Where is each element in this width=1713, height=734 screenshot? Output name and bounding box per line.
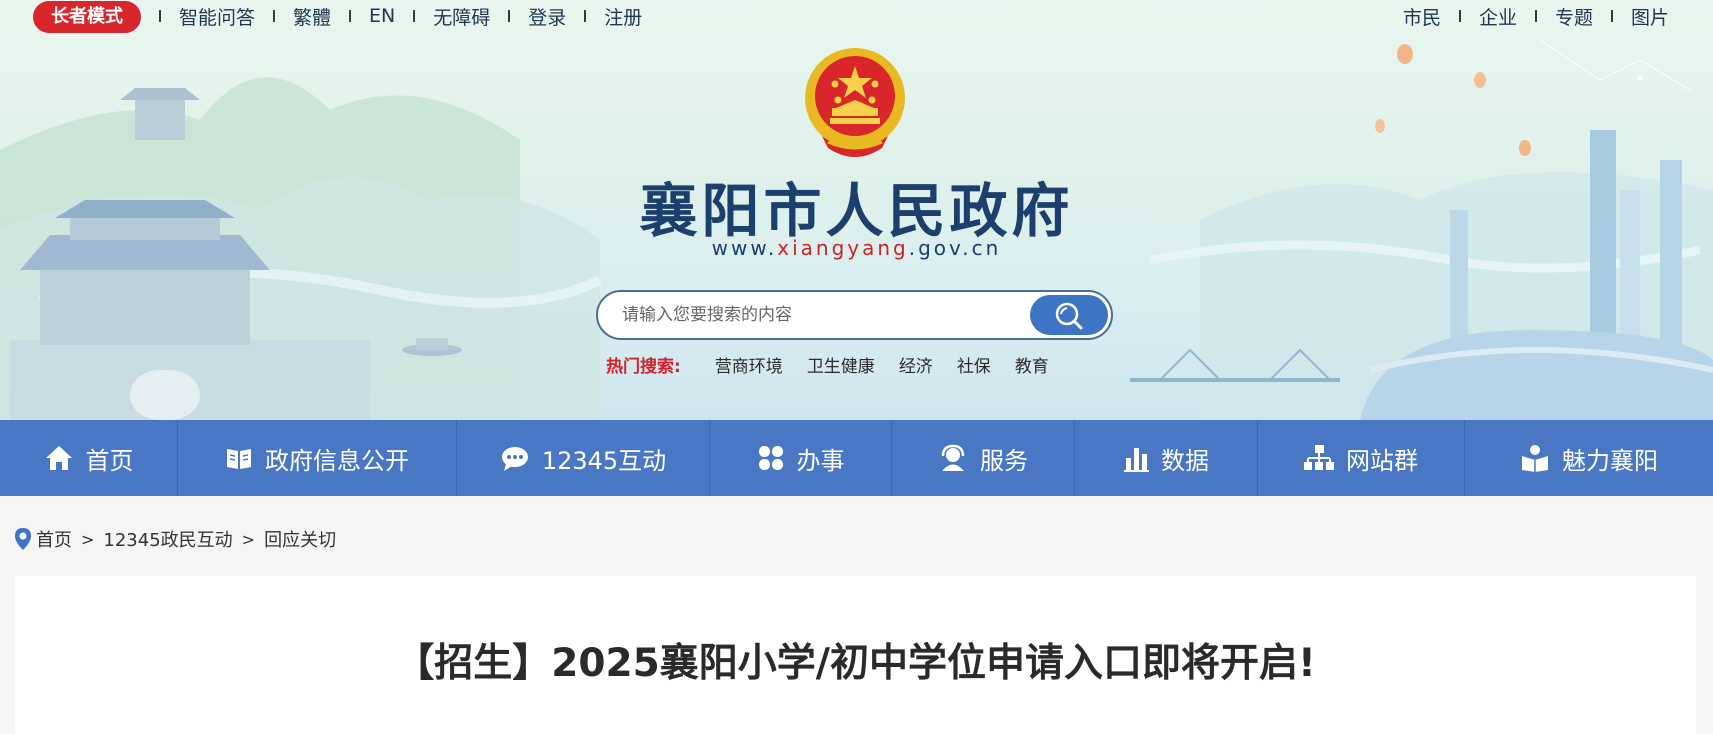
nav-item-affairs[interactable]: 办事 bbox=[710, 420, 892, 496]
top-utility-bar: 长者模式 智能问答 繁體 EN 无障碍 登录 注册 市民 企业 专题 图片 bbox=[0, 0, 1713, 34]
nav-item-data[interactable]: 数据 bbox=[1075, 420, 1258, 496]
divider bbox=[273, 10, 276, 22]
url-suffix: .gov.cn bbox=[908, 236, 1002, 260]
citizen-link[interactable]: 市民 bbox=[1403, 3, 1441, 30]
location-pin-icon bbox=[15, 528, 31, 550]
reader-icon bbox=[1522, 445, 1548, 472]
accessibility-link[interactable]: 无障碍 bbox=[433, 3, 490, 30]
breadcrumb-separator: > bbox=[241, 529, 256, 549]
divider bbox=[413, 10, 416, 22]
divider bbox=[508, 10, 511, 22]
top-links-right: 市民 企业 专题 图片 bbox=[1403, 3, 1669, 30]
national-emblem-icon bbox=[805, 48, 905, 157]
traditional-chinese-link[interactable]: 繁體 bbox=[293, 3, 331, 30]
hot-search-term[interactable]: 卫生健康 bbox=[807, 352, 875, 377]
sitemap-icon bbox=[1304, 445, 1334, 470]
elder-mode-button[interactable]: 长者模式 bbox=[33, 1, 141, 33]
clover-icon bbox=[758, 446, 783, 470]
article-panel: 【招生】2025襄阳小学/初中学位申请入口即将开启! bbox=[15, 576, 1696, 734]
divider bbox=[349, 10, 352, 22]
search-button[interactable] bbox=[1030, 295, 1108, 335]
breadcrumb-current[interactable]: 回应关切 bbox=[264, 526, 336, 552]
nav-item-gov-info[interactable]: 政府信息公开 bbox=[178, 420, 457, 496]
enterprise-link[interactable]: 企业 bbox=[1479, 3, 1517, 30]
hot-search-term[interactable]: 经济 bbox=[899, 352, 933, 377]
register-link[interactable]: 注册 bbox=[604, 3, 642, 30]
nav-item-label: 12345互动 bbox=[541, 446, 667, 475]
bar-chart-icon bbox=[1124, 448, 1149, 472]
header-banner: 长者模式 智能问答 繁體 EN 无障碍 登录 注册 市民 企业 专题 图片 襄阳… bbox=[0, 0, 1713, 420]
divider bbox=[1610, 10, 1613, 22]
site-url: www.xiangyang.gov.cn bbox=[600, 236, 1113, 260]
breadcrumb-separator: > bbox=[81, 529, 95, 549]
nav-item-site-group[interactable]: 网站群 bbox=[1258, 420, 1465, 496]
divider bbox=[584, 10, 587, 22]
hot-search-label: 热门搜索: bbox=[606, 356, 681, 377]
nav-item-label: 网站群 bbox=[1346, 446, 1418, 475]
smart-qa-link[interactable]: 智能问答 bbox=[179, 3, 255, 30]
nav-item-charm-xiangyang[interactable]: 魅力襄阳 bbox=[1465, 420, 1713, 496]
nav-item-label: 首页 bbox=[85, 446, 134, 475]
nav-item-label: 魅力襄阳 bbox=[1562, 446, 1658, 475]
article-title: 【招生】2025襄阳小学/初中学位申请入口即将开启! bbox=[395, 641, 1316, 686]
hot-search-term[interactable]: 营商环境 bbox=[715, 352, 783, 377]
hot-search-term[interactable]: 教育 bbox=[1015, 352, 1049, 377]
divider bbox=[1458, 10, 1461, 22]
top-links-left: 智能问答 繁體 EN 无障碍 登录 注册 bbox=[141, 3, 642, 30]
login-link[interactable]: 登录 bbox=[528, 3, 566, 30]
topics-link[interactable]: 专题 bbox=[1555, 3, 1593, 30]
url-prefix: www. bbox=[711, 236, 778, 260]
english-link[interactable]: EN bbox=[369, 5, 395, 27]
url-highlight: xiangyang bbox=[777, 236, 909, 260]
breadcrumb-home[interactable]: 首页 bbox=[36, 526, 72, 552]
search-input[interactable] bbox=[622, 300, 1002, 330]
breadcrumb-interaction[interactable]: 12345政民互动 bbox=[103, 526, 232, 552]
nav-item-home[interactable]: 首页 bbox=[0, 420, 178, 496]
hot-searches: 热门搜索: 营商环境 卫生健康 经济 社保 教育 bbox=[606, 352, 1073, 377]
search-icon bbox=[1055, 302, 1083, 330]
nav-item-label: 数据 bbox=[1161, 446, 1209, 475]
divider bbox=[159, 10, 161, 22]
nav-item-12345[interactable]: 12345互动 bbox=[457, 420, 710, 496]
divider bbox=[1534, 10, 1537, 22]
nav-item-label: 服务 bbox=[980, 446, 1028, 475]
hot-search-term[interactable]: 社保 bbox=[957, 352, 991, 377]
main-nav: 首页 政府信息公开 12345互动 办事 服务 数据 网站群 魅力襄阳 bbox=[0, 420, 1713, 496]
home-icon bbox=[45, 446, 72, 470]
chat-icon bbox=[501, 447, 528, 471]
book-icon bbox=[227, 449, 251, 469]
search-box bbox=[596, 290, 1113, 340]
nav-item-label: 办事 bbox=[796, 446, 845, 475]
nav-item-services[interactable]: 服务 bbox=[892, 420, 1075, 496]
images-link[interactable]: 图片 bbox=[1631, 3, 1669, 30]
breadcrumb: 首页 > 12345政民互动 > 回应关切 bbox=[14, 526, 336, 552]
nav-item-label: 政府信息公开 bbox=[265, 446, 409, 475]
user-service-icon bbox=[941, 444, 965, 471]
